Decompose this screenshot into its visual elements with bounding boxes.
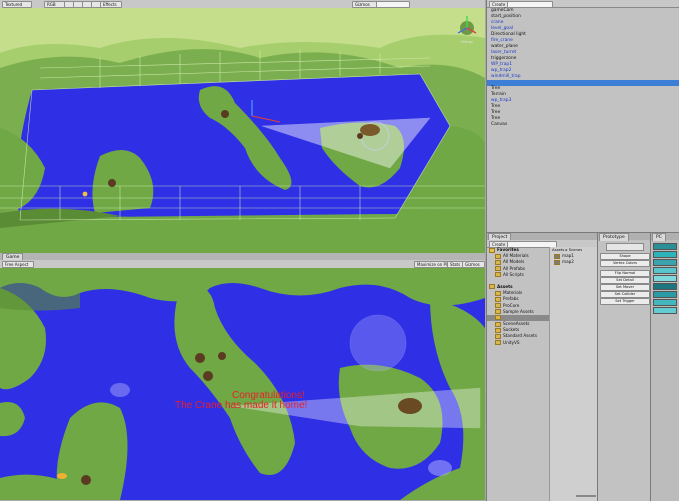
unity-scene-icon bbox=[554, 253, 560, 259]
palette-swatch[interactable] bbox=[653, 243, 677, 250]
hierarchy-item[interactable]: Canvas bbox=[487, 122, 679, 128]
scene-canvas[interactable]: <Persp bbox=[0, 8, 485, 253]
palette-swatch[interactable] bbox=[653, 307, 677, 314]
tab-prototype[interactable]: Prototype bbox=[599, 233, 629, 241]
congrats-message-line2: The Crane has made it home! bbox=[175, 400, 307, 411]
effects-select[interactable]: Effects bbox=[100, 1, 122, 8]
maximize-on-play-toggle[interactable]: Maximize on Play bbox=[414, 261, 450, 268]
folder-icon bbox=[495, 340, 501, 346]
persp-label[interactable]: <Persp bbox=[460, 39, 474, 44]
prototype-button[interactable]: Set Collider bbox=[600, 291, 650, 298]
palette-swatch[interactable] bbox=[653, 299, 677, 306]
search-folder-icon bbox=[495, 266, 501, 272]
search-folder-icon bbox=[495, 259, 501, 265]
prototype-button[interactable]: Flip Normal bbox=[600, 270, 650, 277]
prototype-button[interactable]: Set Trigger bbox=[600, 298, 650, 305]
prototype-button[interactable]: Set Detail bbox=[600, 277, 650, 284]
hierarchy-search-input[interactable] bbox=[507, 1, 553, 8]
star-icon bbox=[489, 247, 495, 253]
favorites-item[interactable]: All Scripts bbox=[487, 272, 549, 278]
breadcrumb-assets[interactable]: Assets bbox=[552, 247, 564, 252]
palette-swatch[interactable] bbox=[653, 275, 677, 282]
prototype-panel: Prototype Shape Vertex Colors Flip Normal S… bbox=[597, 232, 651, 501]
project-panel: Project Create Favorites All Materials Al… bbox=[486, 232, 599, 501]
folder-icon bbox=[495, 321, 501, 327]
folder-icon bbox=[495, 296, 501, 302]
search-folder-icon bbox=[495, 272, 501, 278]
folder-icon bbox=[495, 303, 501, 308]
game-view[interactable]: Game Free Aspect Maximize on Play Stats … bbox=[0, 253, 485, 500]
crane-model bbox=[360, 124, 380, 136]
zoom-slider[interactable] bbox=[576, 495, 596, 497]
hierarchy-panel: Create gameCam start_position crane level_g… bbox=[486, 0, 679, 232]
crane-model bbox=[398, 398, 422, 414]
scene-file-item[interactable]: map2 bbox=[550, 259, 599, 265]
palette-swatch[interactable] bbox=[653, 283, 677, 290]
palette-swatch[interactable] bbox=[653, 267, 677, 274]
hierarchy-list: gameCam start_position crane level_goal Dire… bbox=[487, 8, 679, 128]
breadcrumb-scenes[interactable]: Scenes bbox=[569, 247, 583, 252]
hierarchy-toolbar: Create bbox=[487, 0, 679, 8]
prototype-button[interactable]: Vertex Colors bbox=[600, 260, 650, 267]
prototype-button[interactable]: Shape bbox=[600, 253, 650, 260]
folder-icon bbox=[495, 290, 501, 296]
scene-view[interactable]: Textured RGB Effects Gizmos <Persp bbox=[0, 0, 485, 253]
aspect-select[interactable]: Free Aspect bbox=[2, 261, 34, 268]
tab-palette[interactable]: PC bbox=[652, 233, 666, 241]
tool-mode-buttons[interactable] bbox=[606, 243, 644, 251]
game-gizmos-select[interactable]: Gizmos bbox=[462, 261, 485, 268]
folder-icon bbox=[495, 309, 501, 315]
scene-search-input[interactable] bbox=[376, 1, 410, 8]
folder-icon bbox=[495, 333, 501, 339]
project-assets-view: Assets ▸ Scenes map1 map2 bbox=[549, 247, 599, 501]
folder-icon bbox=[489, 284, 495, 290]
palette-swatch[interactable] bbox=[653, 291, 677, 298]
scene-gizmos-select[interactable]: Gizmos bbox=[352, 1, 378, 8]
rgb-select[interactable]: RGB bbox=[44, 1, 66, 8]
unity-scene-icon bbox=[554, 259, 560, 265]
project-tab-bar: Project bbox=[487, 233, 598, 241]
palette-swatch[interactable] bbox=[653, 251, 677, 258]
palette-swatch[interactable] bbox=[653, 259, 677, 266]
render-mode-select[interactable]: Textured bbox=[2, 1, 32, 8]
asset-folder-item[interactable]: UnityVS bbox=[487, 340, 549, 346]
trap-sphere bbox=[349, 314, 407, 372]
hierarchy-create-button[interactable]: Create bbox=[489, 1, 509, 8]
prototype-button[interactable]: Set Mover bbox=[600, 284, 650, 291]
folder-icon bbox=[495, 315, 501, 321]
prototype-tab-bar: Prototype bbox=[598, 233, 651, 241]
palette-panel: PC bbox=[650, 232, 679, 501]
project-tree: Favorites All Materials All Models All Pre… bbox=[487, 247, 549, 501]
palette-tab-bar: PC bbox=[651, 233, 679, 241]
search-folder-icon bbox=[495, 253, 501, 259]
game-canvas[interactable]: Congratulations! The Crane has made it h… bbox=[0, 268, 485, 500]
folder-icon bbox=[495, 327, 501, 333]
